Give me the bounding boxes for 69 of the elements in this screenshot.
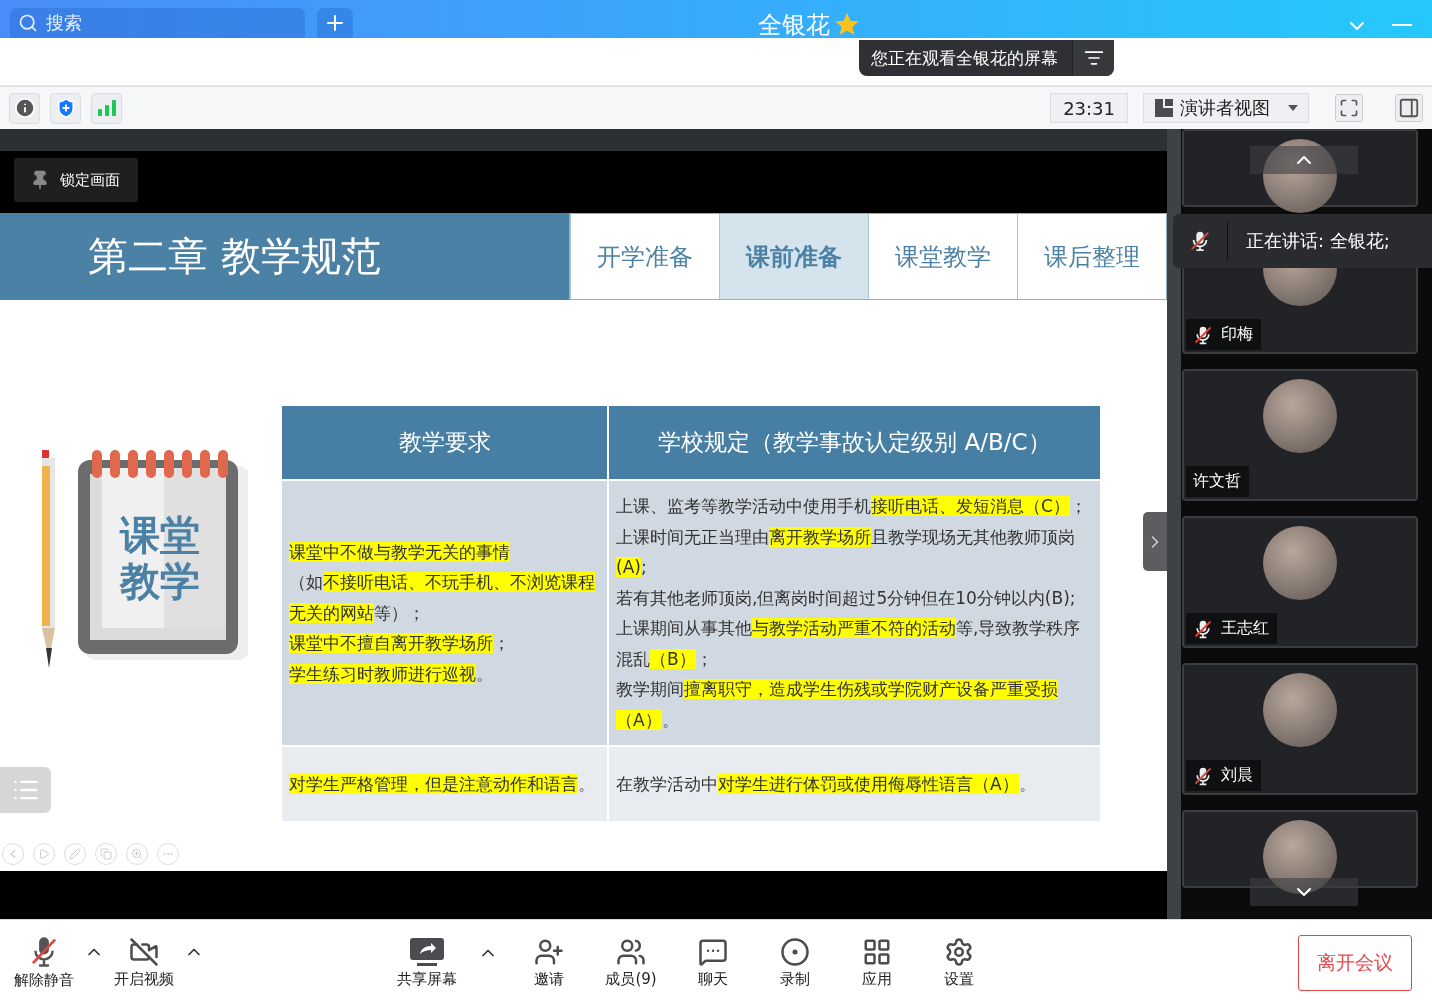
share-screen-icon — [409, 936, 445, 967]
participant-name: 王志红 — [1221, 618, 1269, 639]
zoom-icon — [131, 848, 143, 860]
fullscreen-button[interactable] — [1335, 94, 1363, 122]
slide-title: 第二章 教学规范 — [87, 232, 382, 281]
previous-button[interactable] — [2, 843, 24, 865]
cell-text: 上课时间无正当理由离开教学场所且教学现场无其他教师顶岗 (A); — [616, 525, 1076, 579]
cell-text: 教学期间擅离职守，造成学生伤残或学院财产设备严重受损（A）。 — [616, 678, 1059, 732]
scroll-down-button[interactable] — [1250, 878, 1358, 906]
minimize-icon — [1392, 24, 1412, 26]
pin-icon — [30, 170, 50, 190]
signal-icon — [96, 99, 117, 117]
participant-name: 印梅 — [1221, 324, 1253, 345]
cell-text: （如不接听电话、不玩手机、不浏览课程无关的网站等）； — [289, 571, 596, 625]
cell-text: 上课、监考等教学活动中使用手机接听电话、发短消息（C）； — [616, 495, 1088, 518]
settings-icon — [944, 936, 974, 967]
info-button[interactable] — [9, 92, 40, 124]
window-title: 全银花 — [758, 10, 830, 40]
meeting-timer: 23:31 — [1050, 93, 1128, 123]
lock-screen-button[interactable]: 锁定画面 — [14, 158, 138, 202]
more-button[interactable] — [157, 843, 179, 865]
play-icon — [38, 848, 50, 860]
slide-menu-button[interactable] — [0, 767, 51, 813]
toolbar-button[interactable]: 成员(9) — [596, 936, 666, 989]
info-icon — [13, 97, 36, 119]
network-button[interactable] — [91, 92, 122, 124]
notebook-label: 教学 — [120, 558, 200, 604]
security-button[interactable] — [50, 92, 81, 124]
layout-icon — [1154, 98, 1174, 118]
toolbar-button[interactable]: 应用 — [842, 936, 912, 989]
add-button[interactable] — [317, 8, 353, 38]
toolbar-button[interactable]: 设置 — [924, 936, 994, 989]
caret-icon — [1288, 105, 1298, 111]
notebook-label: 课堂 — [120, 512, 200, 558]
play-button[interactable] — [33, 843, 55, 865]
sidebar-icon — [1398, 97, 1420, 119]
cell-text: 若有其他老师顶岗,但离岗时间超过5分钟但在10分钟以内(B); — [616, 586, 1077, 610]
fullscreen-icon — [1339, 98, 1359, 118]
video-off-icon — [129, 936, 159, 967]
toolbar-button[interactable]: 共享屏幕 — [392, 936, 462, 989]
pen-button[interactable] — [64, 843, 86, 865]
banner-text: 您正在观看全银花的屏幕 — [870, 46, 1059, 70]
collapse-button[interactable] — [1143, 512, 1167, 571]
record-icon — [780, 936, 810, 967]
toolbar-button[interactable]: 邀请 — [514, 936, 584, 989]
speaking-text: 正在讲话: 全银花; — [1227, 222, 1390, 260]
cell-text: 上课期间从事其他与教学活动严重不符的活动等,导致教学秩序混乱（B）； — [616, 617, 1082, 671]
search-icon — [18, 13, 38, 33]
sidebar-toggle-button[interactable] — [1395, 94, 1423, 122]
search-placeholder: 搜索 — [46, 11, 82, 35]
pen-icon — [69, 848, 81, 860]
table-header: 学校规定（教学事故认定级别 A/B/C） — [609, 406, 1100, 479]
menu-icon — [1083, 48, 1104, 68]
participant-name: 刘晨 — [1221, 765, 1253, 786]
copy-button[interactable] — [95, 843, 117, 865]
copy-icon — [100, 848, 112, 860]
muted-mic-icon — [29, 935, 59, 968]
banner-menu-button[interactable] — [1072, 40, 1114, 76]
toolbar-button[interactable]: 解除静音 — [8, 935, 80, 990]
toolbar-button[interactable]: 录制 — [760, 936, 830, 989]
cell-text: 课堂中不做与教学无关的事情 — [289, 540, 511, 564]
view-mode-dropdown[interactable]: 演讲者视图 — [1143, 93, 1309, 123]
table-header: 教学要求 — [282, 406, 607, 479]
toolbar-button[interactable]: 聊天 — [678, 936, 748, 989]
toolbar-button[interactable]: 开启视频 — [108, 936, 180, 989]
participant-name: 许文哲 — [1193, 471, 1241, 492]
zoom-button[interactable] — [126, 843, 148, 865]
leave-meeting-button[interactable]: 离开会议 — [1298, 934, 1412, 991]
scroll-up-button[interactable] — [1250, 146, 1358, 174]
